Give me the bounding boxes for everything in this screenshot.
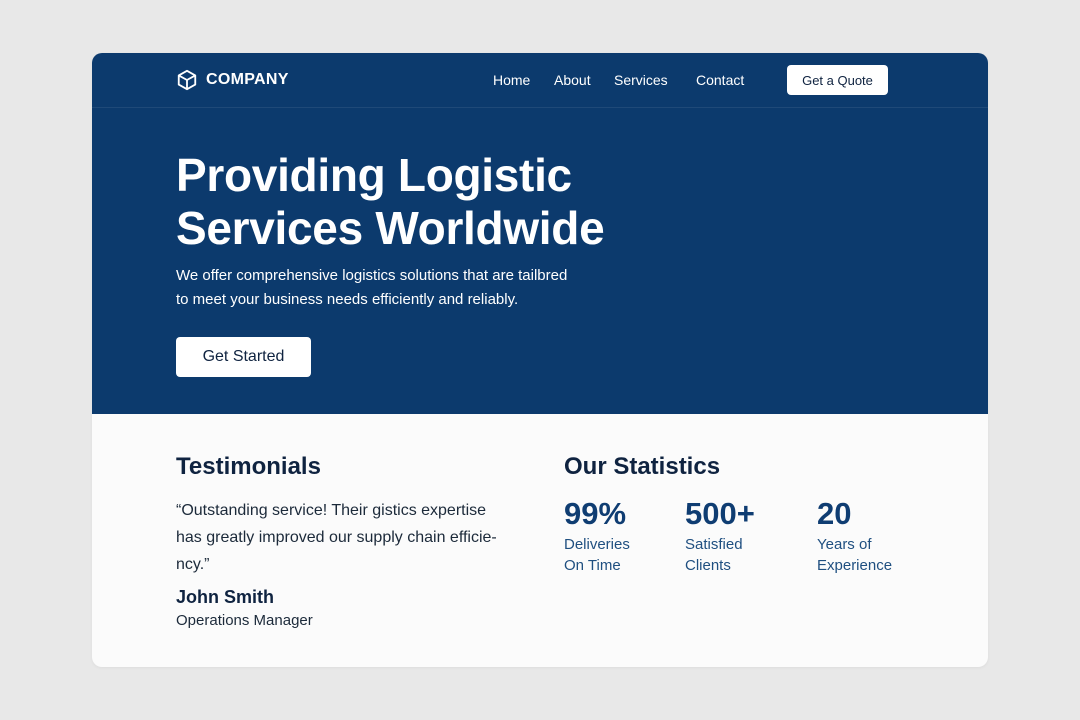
top-navbar: COMPANY Home About Services Contact Get … <box>92 53 988 108</box>
testimonial-quote-line: ncy.” <box>176 556 210 573</box>
nav-link-home[interactable]: Home <box>493 72 530 88</box>
testimonials-title: Testimonials <box>176 453 321 480</box>
stat-label-line: Satisfied <box>685 536 743 553</box>
stat-deliveries: 99% Deliveries On Time <box>564 496 630 576</box>
stat-label: Deliveries On Time <box>564 534 630 576</box>
stat-value: 20 <box>817 496 852 531</box>
hero-title: Providing Logistic Services Worldwide <box>176 149 696 255</box>
testimonial-quote: “Outstanding service! Their gistics expe… <box>176 497 546 578</box>
nav-link-contact[interactable]: Contact <box>696 72 744 88</box>
statistics-title: Our Statistics <box>564 453 721 480</box>
stat-value: 99% <box>564 496 627 531</box>
hero-section: COMPANY Home About Services Contact Get … <box>92 53 988 414</box>
nav-link-services[interactable]: Services <box>614 72 668 88</box>
stat-label: Satisfied Clients <box>685 534 755 576</box>
nav-link-about[interactable]: About <box>554 72 591 88</box>
stat-label: Years of Experience <box>817 534 892 576</box>
page-card: COMPANY Home About Services Contact Get … <box>92 53 988 667</box>
testimonial-quote-line: “Outstanding service! Their gistics expe… <box>176 502 487 519</box>
hero-title-line: Services Worldwide <box>176 202 605 254</box>
hero-subtitle-line: We offer comprehensive logistics solutio… <box>176 267 568 284</box>
get-a-quote-button[interactable]: Get a Quote <box>787 65 888 95</box>
hero-subtitle: We offer comprehensive logistics solutio… <box>176 264 616 312</box>
company-name: COMPANY <box>206 71 289 88</box>
logo[interactable]: COMPANY <box>176 69 289 91</box>
hero-title-line: Providing Logistic <box>176 149 572 201</box>
testimonial-author-role: Operations Manager <box>176 612 313 629</box>
get-started-button[interactable]: Get Started <box>176 337 311 377</box>
stat-label-line: On Time <box>564 557 621 574</box>
cube-icon <box>177 69 197 91</box>
stat-clients: 500+ Satisfied Clients <box>685 496 755 576</box>
stat-experience: 20 Years of Experience <box>817 496 892 576</box>
hero-subtitle-line: to meet your business needs efficiently … <box>176 291 519 308</box>
testimonial-author-name: John Smith <box>176 587 274 607</box>
stat-label-line: Deliveries <box>564 536 630 553</box>
stat-label-line: Experience <box>817 557 893 574</box>
stat-value: 500+ <box>685 496 755 531</box>
stat-label-line: Clients <box>685 557 731 574</box>
testimonial-quote-line: has greatly improved our supply chain ef… <box>176 529 497 546</box>
stat-label-line: Years of <box>817 536 872 553</box>
